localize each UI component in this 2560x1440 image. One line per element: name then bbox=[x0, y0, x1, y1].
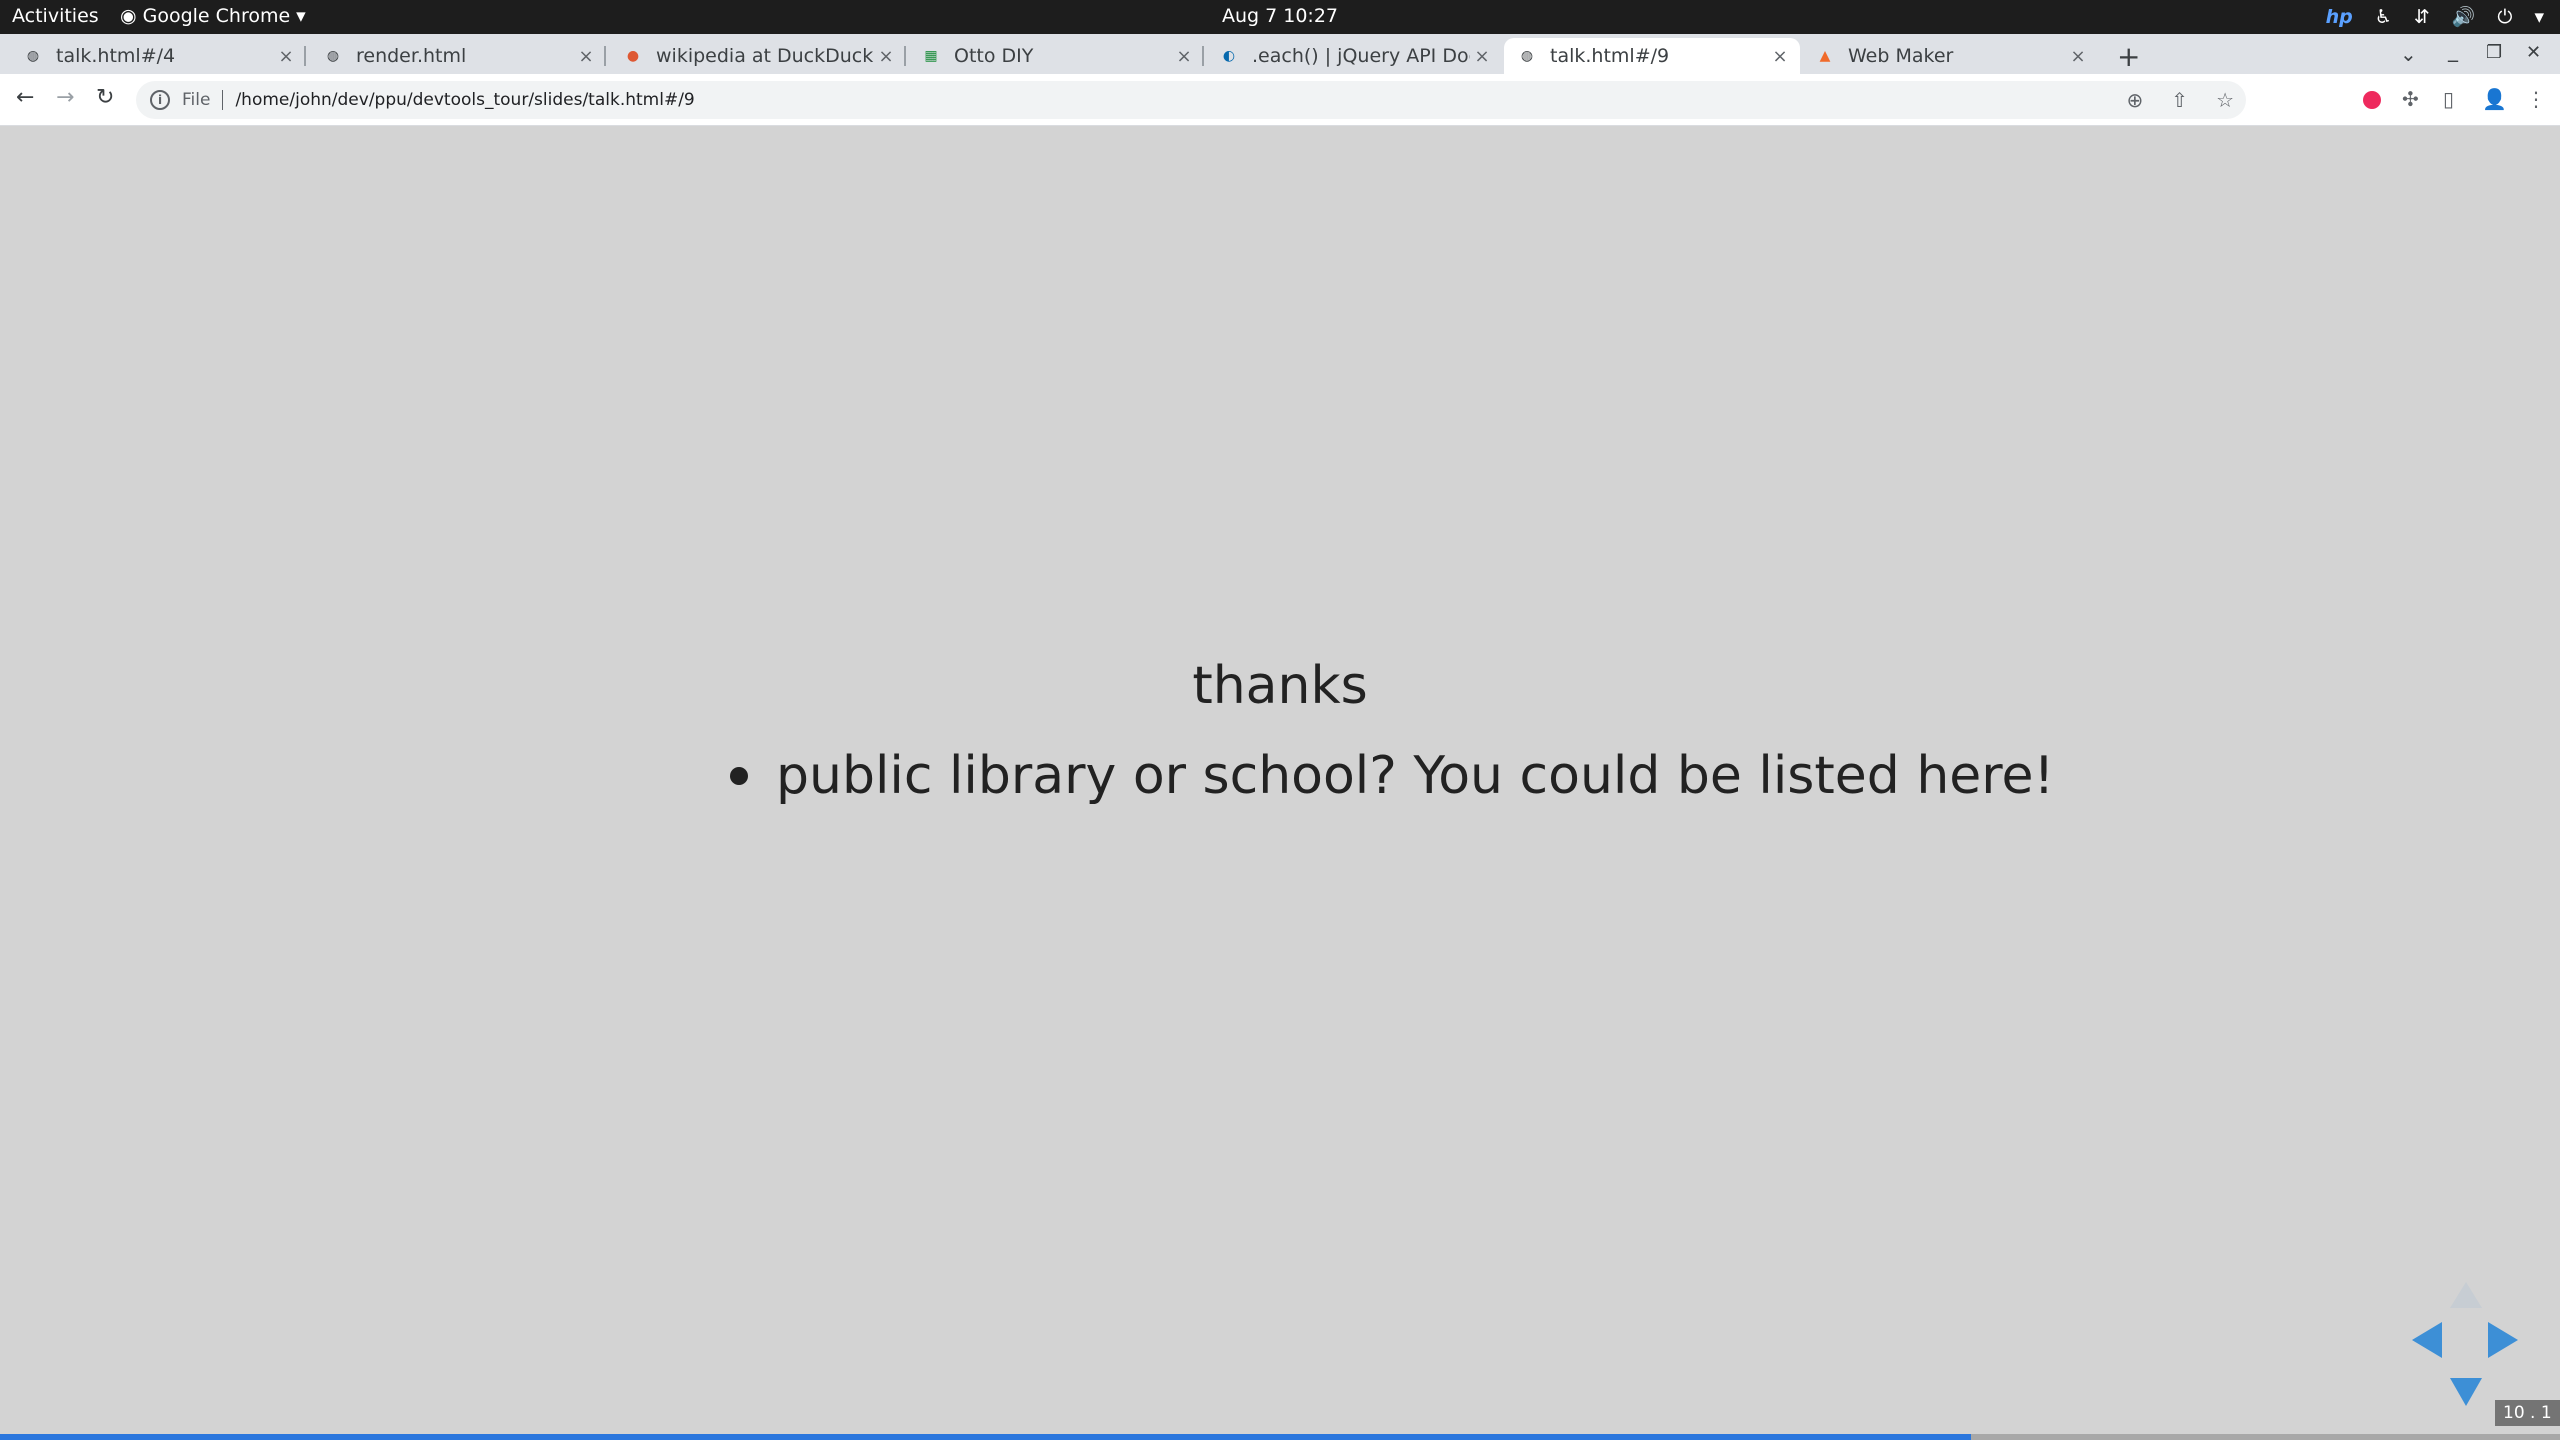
chevron-down-icon[interactable]: ▾ bbox=[2534, 6, 2544, 28]
navigate-left-icon[interactable] bbox=[2412, 1322, 2442, 1358]
close-icon[interactable]: × bbox=[1470, 46, 1494, 67]
slide-number: 10 . 1 bbox=[2495, 1400, 2560, 1426]
slide-progress-fill bbox=[0, 1434, 1972, 1440]
clock[interactable]: Aug 7 10:27 bbox=[1222, 5, 1338, 27]
menu-kebab-icon[interactable]: ⋮ bbox=[2526, 87, 2546, 111]
tab-duckduckgo[interactable]: ● wikipedia at DuckDuckGo × bbox=[610, 38, 906, 74]
tab-separator bbox=[304, 46, 306, 66]
chevron-down-icon: ▾ bbox=[296, 5, 306, 27]
tab-title: wikipedia at DuckDuckGo bbox=[656, 45, 874, 67]
close-icon[interactable]: × bbox=[574, 46, 598, 67]
tab-separator bbox=[1202, 46, 1204, 66]
zoom-icon[interactable]: ⊕ bbox=[2127, 88, 2144, 112]
close-icon[interactable]: × bbox=[2066, 46, 2090, 67]
system-top-bar: Activities ◉ Google Chrome ▾ Aug 7 10:27… bbox=[0, 0, 2560, 34]
minimize-icon[interactable]: _ bbox=[2448, 38, 2458, 62]
slide-bullet-list: public library or school? You could be l… bbox=[730, 746, 2054, 806]
tab-title: render.html bbox=[356, 45, 467, 67]
bullet-icon bbox=[730, 767, 748, 785]
info-icon[interactable]: i bbox=[150, 90, 170, 110]
system-tray[interactable]: hp ♿ ⇵ 🔊 ⏻ ▾ bbox=[2326, 5, 2544, 29]
new-tab-button[interactable]: + bbox=[2117, 40, 2140, 73]
restore-icon[interactable]: ❐ bbox=[2486, 42, 2502, 63]
activities-button[interactable]: Activities bbox=[12, 5, 99, 27]
accessibility-icon[interactable]: ♿ bbox=[2375, 6, 2392, 28]
tab-title: Web Maker bbox=[1848, 45, 1954, 67]
tab-search-icon[interactable]: ⌄ bbox=[2400, 42, 2417, 66]
tab-talk-9[interactable]: ◍ talk.html#/9 × bbox=[1504, 38, 1800, 74]
tab-strip: ◍ talk.html#/4 × ◍ render.html × ● wikip… bbox=[0, 34, 2560, 74]
address-bar[interactable]: i File /home/john/dev/ppu/devtools_tour/… bbox=[136, 81, 2246, 119]
tab-separator bbox=[604, 46, 606, 66]
tab-title: Otto DIY bbox=[954, 45, 1034, 67]
share-icon[interactable]: ⇧ bbox=[2171, 88, 2188, 112]
globe-icon: ◍ bbox=[326, 48, 340, 64]
list-item: public library or school? You could be l… bbox=[730, 746, 2054, 806]
tab-title: talk.html#/9 bbox=[1550, 45, 1670, 67]
close-icon[interactable]: × bbox=[1172, 46, 1196, 67]
close-window-icon[interactable]: ✕ bbox=[2526, 42, 2541, 63]
globe-icon: ◍ bbox=[26, 48, 40, 64]
power-icon[interactable]: ⏻ bbox=[2497, 6, 2512, 28]
slide-navigation-controls bbox=[2404, 1282, 2524, 1406]
divider bbox=[222, 90, 224, 110]
chrome-icon: ◉ bbox=[120, 5, 137, 27]
bullet-text: public library or school? You could be l… bbox=[776, 746, 2055, 806]
webmaker-icon: ▲ bbox=[1819, 48, 1831, 64]
tab-otto-diy[interactable]: ▦ Otto DIY × bbox=[908, 38, 1204, 74]
tab-separator bbox=[904, 46, 906, 66]
slide-progress-bar bbox=[0, 1434, 2560, 1440]
reload-icon[interactable]: ↻ bbox=[96, 85, 114, 110]
url-text[interactable]: /home/john/dev/ppu/devtools_tour/slides/… bbox=[235, 90, 694, 110]
tab-web-maker[interactable]: ▲ Web Maker × bbox=[1802, 38, 2098, 74]
side-panel-icon[interactable]: ▯ bbox=[2443, 87, 2454, 111]
bookmark-star-icon[interactable]: ☆ bbox=[2216, 88, 2234, 112]
globe-icon: ◍ bbox=[1520, 48, 1534, 64]
close-icon[interactable]: × bbox=[874, 46, 898, 67]
network-icon[interactable]: ⇵ bbox=[2414, 6, 2430, 28]
tab-title: talk.html#/4 bbox=[56, 45, 176, 67]
jquery-icon: ◐ bbox=[1222, 48, 1236, 64]
app-name: Google Chrome bbox=[142, 5, 291, 27]
forward-icon[interactable]: → bbox=[56, 85, 74, 110]
navigate-down-icon[interactable] bbox=[2450, 1378, 2482, 1406]
close-icon[interactable]: × bbox=[274, 46, 298, 67]
record-extension-icon[interactable] bbox=[2363, 91, 2381, 109]
back-icon[interactable]: ← bbox=[16, 85, 34, 110]
app-menu[interactable]: ◉ Google Chrome ▾ bbox=[120, 5, 306, 27]
duckduckgo-icon: ● bbox=[626, 48, 640, 64]
profile-icon[interactable]: 👤 bbox=[2482, 87, 2507, 111]
tab-title: .each() | jQuery API Docum bbox=[1252, 45, 1470, 67]
slide-viewport: thanks public library or school? You cou… bbox=[0, 126, 2560, 1440]
slide-title: thanks bbox=[1192, 656, 1368, 716]
calendar-icon: ▦ bbox=[924, 48, 938, 64]
navigate-up-icon[interactable] bbox=[2450, 1282, 2482, 1308]
close-icon[interactable]: × bbox=[1768, 46, 1792, 67]
browser-toolbar: ← → ↻ i File /home/john/dev/ppu/devtools… bbox=[0, 74, 2560, 126]
extensions-puzzle-icon[interactable]: ✣ bbox=[2402, 87, 2419, 111]
tab-talk-4[interactable]: ◍ talk.html#/4 × bbox=[10, 38, 306, 74]
navigate-right-icon[interactable] bbox=[2488, 1322, 2518, 1358]
hp-icon[interactable]: hp bbox=[2326, 6, 2353, 28]
tab-render[interactable]: ◍ render.html × bbox=[310, 38, 606, 74]
tab-jquery-each[interactable]: ◐ .each() | jQuery API Docum × bbox=[1206, 38, 1502, 74]
url-scheme-label: File bbox=[182, 90, 211, 110]
volume-icon[interactable]: 🔊 bbox=[2452, 5, 2476, 28]
